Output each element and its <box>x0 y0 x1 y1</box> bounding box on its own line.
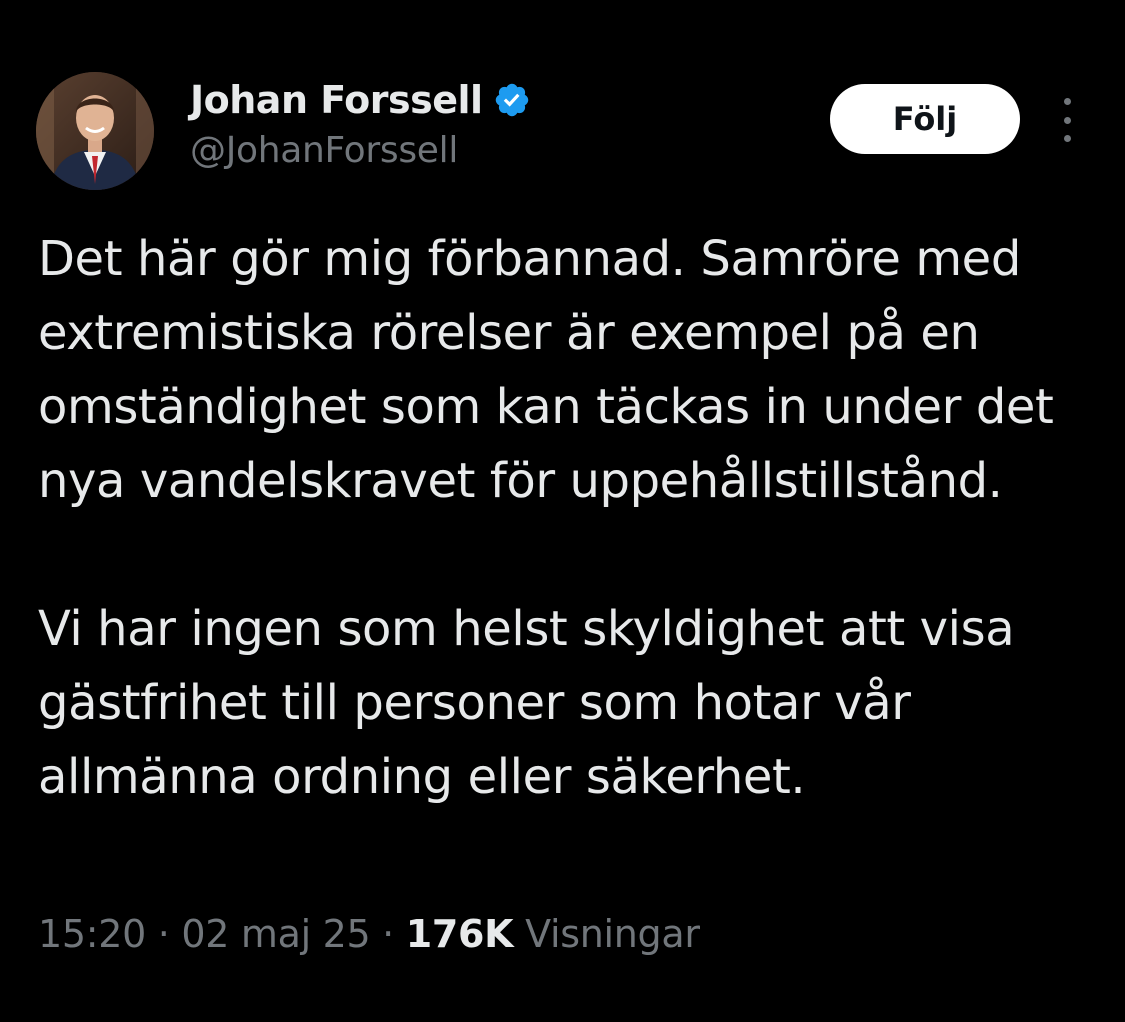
display-name[interactable]: Johan Forssell <box>190 78 483 122</box>
more-dot <box>1063 98 1071 105</box>
more-dot <box>1063 135 1071 142</box>
profile-photo-icon <box>36 72 154 190</box>
tweet-time[interactable]: 15:20 <box>38 912 146 956</box>
meta-separator: · <box>382 912 394 956</box>
tweet-paragraph: Det här gör mig förbannad. Samröre med e… <box>38 231 1054 509</box>
tweet-meta: 15:20 · 02 maj 25 · 176K Visningar <box>38 912 700 956</box>
tweet-date[interactable]: 02 maj 25 <box>181 912 370 956</box>
meta-separator: · <box>157 912 170 956</box>
more-dot <box>1063 116 1071 124</box>
handle[interactable]: @JohanForssell <box>190 130 531 171</box>
views-label[interactable]: Visningar <box>525 912 700 956</box>
author-block: Johan Forssell @JohanForssell <box>190 74 531 171</box>
verified-badge-icon[interactable] <box>493 81 531 119</box>
avatar[interactable] <box>36 72 154 190</box>
name-row: Johan Forssell <box>190 74 531 126</box>
views-count[interactable]: 176K <box>406 912 514 956</box>
tweet-card: Johan Forssell @JohanForssell Följ Det h… <box>0 0 1125 1022</box>
tweet-text: Det här gör mig förbannad. Samröre med e… <box>38 222 1098 814</box>
more-options-icon[interactable] <box>1050 98 1084 142</box>
tweet-paragraph: Vi har ingen som helst skyldighet att vi… <box>38 601 1015 805</box>
follow-button[interactable]: Följ <box>830 84 1020 154</box>
